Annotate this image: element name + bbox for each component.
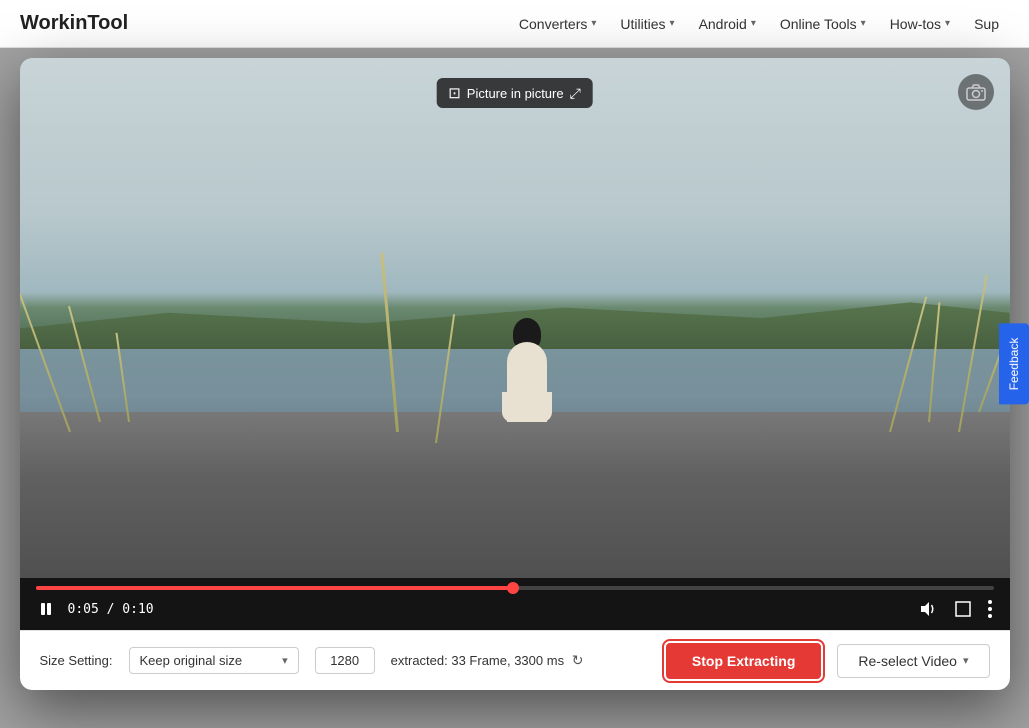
nav-how-tos[interactable]: How-tos ▾: [880, 10, 960, 38]
more-options-button[interactable]: [986, 598, 994, 620]
nav-online-tools[interactable]: Online Tools ▾: [770, 10, 876, 38]
reselect-label: Re-select Video: [858, 653, 957, 669]
time-display: 0:05 / 0:10: [68, 602, 154, 617]
nav-online-tools-label: Online Tools: [780, 16, 857, 32]
nav-how-tos-label: How-tos: [890, 16, 941, 32]
more-options-icon: [988, 600, 992, 618]
nav-android-label: Android: [699, 16, 747, 32]
person-figure: [497, 302, 557, 422]
video-rocks: [20, 412, 1010, 578]
width-input[interactable]: [315, 647, 375, 674]
current-time: 0:05: [68, 602, 99, 617]
total-time: 0:10: [122, 602, 153, 617]
progress-bar[interactable]: [36, 586, 994, 590]
nav-android[interactable]: Android ▾: [689, 10, 766, 38]
nav-sup-label: Sup: [974, 16, 999, 32]
fullscreen-icon: [954, 600, 972, 618]
nav-utilities[interactable]: Utilities ▾: [610, 10, 684, 38]
size-select-dropdown[interactable]: Keep original size ▾: [129, 647, 299, 674]
camera-icon-button[interactable]: [958, 74, 994, 110]
pause-icon: [38, 601, 54, 617]
nav: Converters ▾ Utilities ▾ Android ▾ Onlin…: [509, 10, 1009, 38]
stop-extracting-button[interactable]: Stop Extracting: [666, 643, 821, 679]
side-tab[interactable]: Feedback: [999, 324, 1029, 405]
background-content: ⊡ Picture in picture ⤢: [0, 48, 1029, 728]
nav-sup[interactable]: Sup: [964, 10, 1009, 38]
pip-expand-icon: ⤢: [570, 85, 581, 102]
extracted-info-text: extracted: 33 Frame, 3300 ms: [391, 653, 564, 668]
header: WorkinTool Converters ▾ Utilities ▾ Andr…: [0, 0, 1029, 48]
bottom-bar: Size Setting: Keep original size ▾ extra…: [20, 630, 1010, 690]
controls-row: 0:05 / 0:10: [36, 598, 994, 620]
progress-bar-fill: [36, 586, 515, 590]
video-modal: ⊡ Picture in picture ⤢: [20, 58, 1010, 690]
side-tab-label: Feedback: [1007, 338, 1021, 391]
video-controls: 0:05 / 0:10: [20, 578, 1010, 630]
volume-button[interactable]: [916, 599, 940, 619]
pause-button[interactable]: [36, 599, 56, 619]
volume-icon: [918, 601, 938, 617]
size-select-value: Keep original size: [140, 653, 243, 668]
nav-converters[interactable]: Converters ▾: [509, 10, 607, 38]
time-separator: /: [107, 602, 123, 617]
chevron-down-icon: ▾: [861, 18, 866, 29]
nav-converters-label: Converters: [519, 16, 587, 32]
refresh-icon: ↻: [572, 652, 584, 669]
chevron-down-icon: ▾: [591, 18, 596, 29]
camera-icon: [966, 83, 986, 101]
size-setting-label: Size Setting:: [40, 653, 113, 668]
nav-utilities-label: Utilities: [620, 16, 665, 32]
video-area[interactable]: ⊡ Picture in picture ⤢: [20, 58, 1010, 578]
pip-tooltip[interactable]: ⊡ Picture in picture ⤢: [436, 78, 593, 108]
pip-icon: ⊡: [448, 84, 461, 102]
chevron-down-icon: ▾: [282, 654, 288, 667]
reselect-video-button[interactable]: Re-select Video ▾: [837, 644, 989, 678]
chevron-down-icon: ▾: [670, 18, 675, 29]
extracted-info: extracted: 33 Frame, 3300 ms ↻: [391, 652, 650, 669]
chevron-down-icon: ▾: [945, 18, 950, 29]
fullscreen-button[interactable]: [952, 598, 974, 620]
person-legs: [502, 392, 552, 422]
logo: WorkinTool: [20, 12, 128, 35]
pip-tooltip-label: Picture in picture: [467, 86, 564, 101]
chevron-down-icon: ▾: [751, 18, 756, 29]
chevron-down-icon: ▾: [963, 654, 969, 667]
video-scene: [20, 58, 1010, 578]
modal-overlay: ⊡ Picture in picture ⤢: [0, 48, 1029, 728]
